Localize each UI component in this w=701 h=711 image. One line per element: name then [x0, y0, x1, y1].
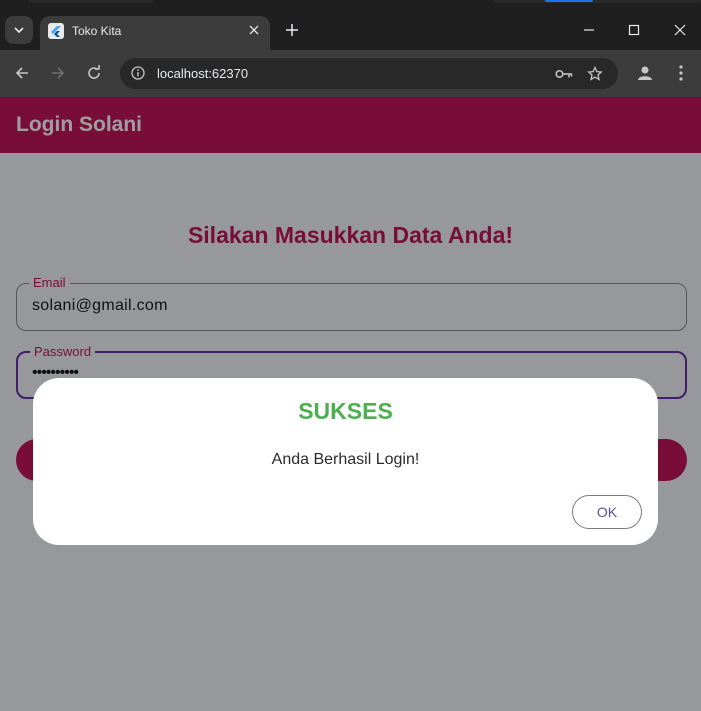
flutter-favicon-icon — [48, 23, 64, 39]
url-text: localhost:62370 — [157, 66, 249, 81]
minimize-icon[interactable] — [574, 16, 604, 44]
address-bar[interactable]: localhost:62370 — [120, 58, 618, 89]
app-viewport: Login Solani Silakan Masukkan Data Anda!… — [0, 97, 701, 711]
dialog-title: SUKSES — [298, 398, 393, 424]
maximize-icon[interactable] — [619, 16, 649, 44]
tab-strip-decoration — [493, 0, 701, 3]
key-icon[interactable] — [554, 64, 574, 84]
tab-strip: Toko Kita — [0, 0, 701, 50]
plus-icon[interactable] — [282, 20, 302, 40]
success-dialog: SUKSES Anda Berhasil Login! OK — [33, 378, 658, 545]
tab-search-button[interactable] — [5, 16, 33, 44]
ok-button[interactable]: OK — [572, 495, 642, 529]
reload-icon[interactable] — [82, 61, 106, 85]
profile-icon[interactable] — [633, 61, 657, 85]
star-icon[interactable] — [585, 64, 605, 84]
tab-title: Toko Kita — [72, 24, 122, 38]
close-window-icon[interactable] — [665, 16, 695, 44]
browser-toolbar: localhost:62370 — [0, 50, 701, 97]
dialog-message: Anda Berhasil Login! — [271, 451, 420, 468]
close-icon[interactable] — [246, 22, 262, 38]
chevron-down-icon — [14, 27, 24, 34]
tab-strip-decoration — [28, 0, 153, 3]
back-icon[interactable] — [10, 61, 34, 85]
info-icon[interactable] — [130, 65, 146, 81]
kebab-menu-icon[interactable] — [669, 61, 693, 85]
browser-tab[interactable]: Toko Kita — [40, 16, 270, 50]
forward-icon[interactable] — [46, 61, 70, 85]
tab-strip-accent — [545, 0, 593, 2]
